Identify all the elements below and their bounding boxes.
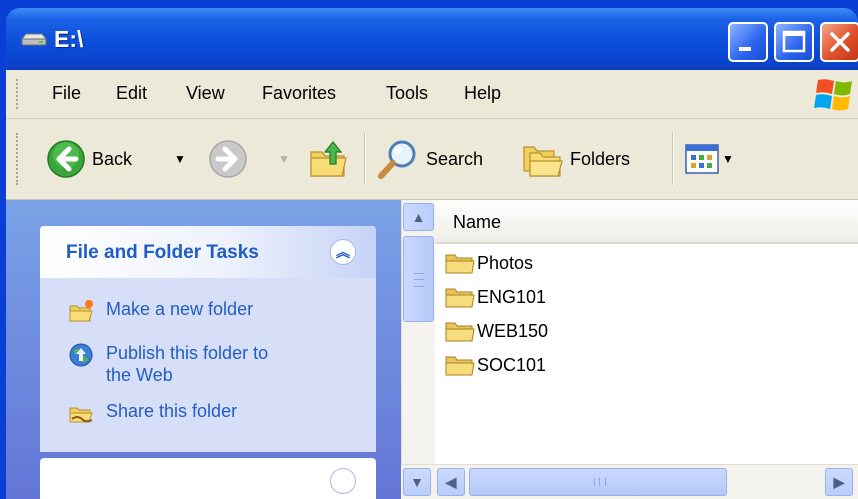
windows-logo-icon	[814, 79, 852, 111]
explorer-window: E:\ File Edit View Favorites Tools Help	[0, 0, 858, 499]
minimize-icon	[739, 47, 751, 51]
minimize-button[interactable]	[728, 22, 768, 62]
chevrons-up-icon: ︽	[336, 244, 350, 260]
file-name: WEB150	[477, 320, 549, 341]
file-name: SOC101	[477, 354, 547, 375]
forward-dropdown: ▼	[278, 137, 290, 181]
forward-button[interactable]	[208, 137, 248, 181]
link-text: Share this folder	[106, 401, 238, 421]
toolbar-separator	[672, 133, 674, 185]
window-title: E:\	[54, 26, 84, 52]
menu-favorites[interactable]: Favorites	[256, 81, 342, 106]
file-list-view: Name Photos ENG101 WEB150 SOC101	[435, 200, 858, 464]
publish-to-web-link[interactable]: Publish this folder to the Web	[68, 342, 298, 386]
toolbar-separator	[364, 133, 366, 185]
collapse-button[interactable]: ︽	[330, 239, 356, 265]
arrow-right-icon: ▶	[833, 473, 845, 490]
grip-icon	[594, 478, 606, 486]
collapse-button[interactable]	[330, 468, 356, 494]
search-button[interactable]: Search	[376, 137, 483, 181]
toolbar-grip[interactable]	[16, 133, 22, 185]
menu-file[interactable]: File	[46, 81, 87, 106]
back-label: Back	[92, 148, 133, 169]
back-button[interactable]: Back	[46, 137, 132, 181]
drive-icon	[20, 33, 48, 46]
scroll-down-button[interactable]: ▼	[403, 468, 431, 496]
file-name: ENG101	[477, 286, 547, 307]
arrow-down-icon: ▼	[410, 474, 424, 490]
title-bar[interactable]: E:\	[6, 8, 858, 70]
grip-icon	[414, 273, 424, 287]
views-button[interactable]: ▼	[684, 137, 734, 181]
menu-edit[interactable]: Edit	[110, 81, 153, 106]
file-item-soc101[interactable]: SOC101	[445, 352, 546, 378]
folders-button[interactable]: Folders	[520, 137, 630, 181]
new-folder-icon	[69, 300, 93, 322]
chevron-down-icon: ▼	[722, 152, 734, 166]
chevron-down-icon: ▼	[278, 152, 290, 166]
maximize-button[interactable]	[774, 22, 814, 62]
column-header-label: Name	[453, 212, 502, 232]
back-dropdown[interactable]: ▼	[174, 137, 186, 181]
views-icon	[685, 144, 719, 174]
panel-title: File and Folder Tasks	[66, 242, 259, 263]
file-name: Photos	[477, 252, 534, 273]
file-item-photos[interactable]: Photos	[445, 250, 533, 276]
scroll-up-button[interactable]: ▲	[403, 203, 434, 231]
share-folder-link[interactable]: Share this folder	[68, 400, 237, 426]
make-new-folder-link[interactable]: Make a new folder	[68, 298, 253, 324]
folders-label: Folders	[570, 148, 631, 169]
arrow-left-icon: ◀	[445, 473, 457, 490]
folder-up-icon	[310, 141, 347, 177]
scroll-thumb[interactable]	[469, 468, 727, 496]
file-item-eng101[interactable]: ENG101	[445, 284, 546, 310]
search-label: Search	[426, 148, 484, 169]
folders-icon	[523, 146, 563, 177]
task-pane: File and Folder Tasks ︽ Make a new folde…	[6, 200, 401, 499]
horizontal-scrollbar[interactable]: ▼ ◀ ▶	[401, 464, 858, 499]
folder-icon	[445, 288, 475, 308]
globe-icon	[69, 343, 93, 367]
arrow-up-icon: ▲	[411, 209, 426, 225]
other-places-panel	[40, 458, 376, 499]
menu-bar: File Edit View Favorites Tools Help	[6, 70, 858, 119]
vertical-scrollbar[interactable]: ▲ ▼	[401, 200, 435, 499]
panel-header[interactable]: File and Folder Tasks ︽	[40, 226, 376, 278]
scroll-thumb[interactable]	[403, 236, 434, 322]
folder-icon	[445, 254, 475, 274]
menu-view[interactable]: View	[180, 81, 231, 106]
scroll-left-button[interactable]: ◀	[437, 468, 465, 496]
file-folder-tasks-panel: File and Folder Tasks ︽ Make a new folde…	[40, 226, 376, 452]
menu-tools[interactable]: Tools	[380, 81, 434, 106]
chevron-down-icon: ▼	[174, 152, 186, 166]
file-item-web150[interactable]: WEB150	[445, 318, 548, 344]
share-folder-icon	[69, 407, 93, 423]
folder-icon	[445, 356, 475, 376]
close-button[interactable]	[820, 22, 858, 62]
standard-toolbar: Back ▼ ▼ Search Folders ▼	[6, 119, 858, 200]
folder-icon	[445, 322, 475, 342]
scroll-right-button[interactable]: ▶	[825, 468, 853, 496]
search-icon	[378, 140, 416, 179]
link-text: Publish this folder to the Web	[106, 343, 269, 385]
menu-grip[interactable]	[16, 79, 22, 109]
up-folder-button[interactable]	[308, 137, 350, 181]
back-arrow-icon	[47, 140, 85, 178]
menu-help[interactable]: Help	[458, 81, 507, 106]
forward-arrow-icon	[209, 140, 247, 178]
link-text: Make a new folder	[106, 299, 254, 319]
close-icon	[830, 32, 850, 52]
column-header-name[interactable]: Name	[435, 200, 858, 244]
maximize-icon	[782, 30, 806, 53]
